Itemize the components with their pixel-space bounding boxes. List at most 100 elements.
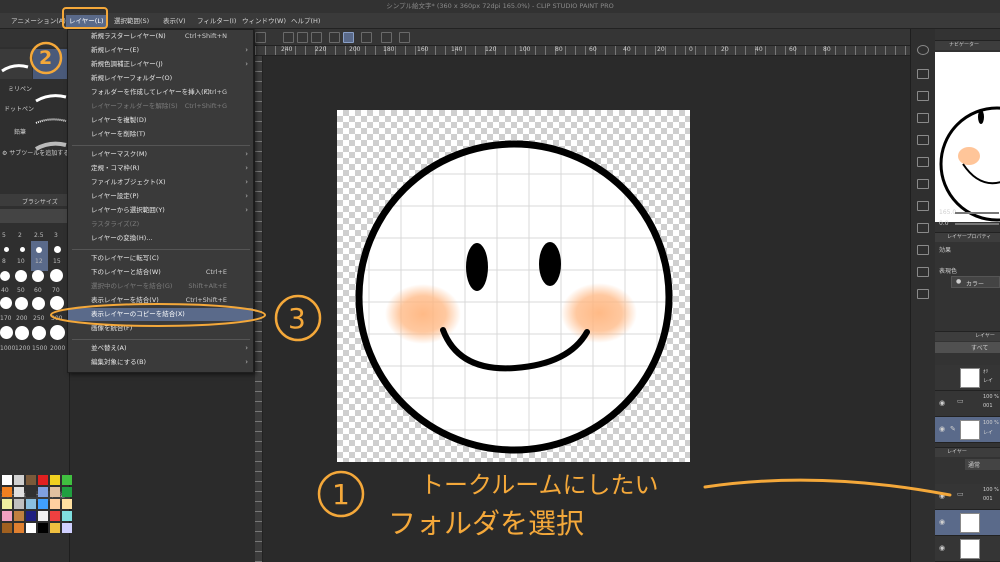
layer-filter-bar[interactable]: すべて — [935, 342, 1000, 353]
menu-filter[interactable]: フィルター(I) — [194, 15, 239, 27]
color-swatch[interactable] — [2, 475, 12, 485]
eye-icon[interactable]: ◉ — [939, 544, 945, 552]
menu-item-ruler-frame[interactable]: 定規・コマ枠(R) › — [68, 162, 253, 175]
layer-row[interactable]: ◉ — [935, 536, 1000, 562]
menu-item-new-correction-layer[interactable]: 新規色調補正レイヤー(J) › — [68, 58, 253, 71]
menu-item-delete-layer[interactable]: レイヤーを削除(T) — [68, 128, 253, 141]
color-swatch[interactable] — [50, 487, 60, 497]
menu-item-transfer-down[interactable]: 下のレイヤーに転写(C) — [68, 252, 253, 265]
folder-icon[interactable] — [917, 223, 929, 233]
color-swatch[interactable] — [38, 511, 48, 521]
color-swatch[interactable] — [14, 487, 24, 497]
menu-window[interactable]: ウィンドウ(W) — [239, 15, 289, 27]
menu-item-duplicate-layer[interactable]: レイヤーを複製(D) — [68, 114, 253, 127]
color-swatch[interactable] — [50, 523, 60, 533]
menu-item-rasterize[interactable]: ラスタライズ(Z) — [68, 218, 253, 231]
layer-tab[interactable]: レイヤー — [975, 332, 995, 339]
color-swatch[interactable] — [14, 523, 24, 533]
blend-mode-select[interactable]: 通常 — [965, 459, 1000, 470]
menu-item-new-layer-folder[interactable]: 新規レイヤーフォルダー(O) — [68, 72, 253, 85]
color-swatch[interactable] — [14, 499, 24, 509]
color-swatch[interactable] — [50, 511, 60, 521]
menu-help[interactable]: ヘルプ(H) — [288, 15, 323, 27]
zoom-value[interactable]: 165.0 — [939, 209, 956, 216]
color-swatch[interactable] — [50, 499, 60, 509]
tool-preview[interactable] — [0, 49, 32, 79]
refresh-icon[interactable] — [399, 32, 410, 43]
layer-panel-tab[interactable]: レイヤー — [947, 448, 967, 455]
menu-item-set-edit-target[interactable]: 編集対象にする(B) › — [68, 356, 253, 369]
folder-icon[interactable] — [917, 245, 929, 255]
layer-row[interactable]: ◉ ▭ 100 % 001 — [935, 484, 1000, 510]
layer-row-target-folder[interactable]: ◉ — [935, 510, 1000, 536]
pen-snap-icon[interactable] — [361, 32, 372, 43]
color-swatch[interactable] — [62, 511, 72, 521]
folder-icon[interactable] — [917, 91, 929, 101]
menu-item-merge-visible[interactable]: 表示レイヤーを結合(V) Ctrl+Shift+E — [68, 294, 253, 307]
menu-item-new-layer[interactable]: 新規レイヤー(E) › — [68, 44, 253, 57]
folder-icon[interactable] — [917, 179, 929, 189]
menu-animation[interactable]: アニメーション(A) — [8, 15, 69, 27]
menu-item-file-object[interactable]: ファイルオブジェクト(X) › — [68, 176, 253, 189]
color-swatch[interactable] — [38, 523, 48, 533]
menu-item-layer-settings[interactable]: レイヤー設定(P) › — [68, 190, 253, 203]
layer-row[interactable]: ◉ ▭ 100 % 001 — [935, 391, 1000, 417]
color-swatch[interactable] — [62, 487, 72, 497]
brush-size-dot[interactable] — [54, 246, 61, 253]
menu-item-layer-mask[interactable]: レイヤーマスク(M) › — [68, 148, 253, 161]
material-icon[interactable] — [917, 69, 929, 79]
eye-icon[interactable]: ◉ — [939, 492, 945, 500]
folder-icon[interactable] — [917, 201, 929, 211]
color-swatch[interactable] — [26, 487, 36, 497]
folder-icon[interactable] — [917, 135, 929, 145]
color-swatch[interactable] — [14, 511, 24, 521]
color-swatch[interactable] — [2, 523, 12, 533]
lock-icon[interactable] — [255, 32, 266, 43]
navigator-preview[interactable] — [935, 52, 1000, 222]
menu-view[interactable]: 表示(V) — [160, 15, 189, 27]
brush-size-tab[interactable]: ブラシサイズ — [22, 197, 58, 206]
menu-item-merge-down[interactable]: 下のレイヤーと結合(W) Ctrl+E — [68, 266, 253, 279]
color-swatch[interactable] — [38, 499, 48, 509]
color-swatch[interactable] — [62, 523, 72, 533]
menu-item-convert-layer[interactable]: レイヤーの変換(H)... — [68, 232, 253, 245]
layer-row[interactable]: ｵﾘ レイ — [935, 365, 1000, 391]
expression-color-select[interactable]: ● カラー — [951, 276, 1000, 288]
menu-item-flatten-image[interactable]: 画像を統合(F) — [68, 322, 253, 335]
color-swatch[interactable] — [26, 475, 36, 485]
menu-selection[interactable]: 選択範囲(S) — [111, 15, 152, 27]
color-swatch[interactable] — [38, 487, 48, 497]
transform-icon[interactable] — [381, 32, 392, 43]
rotation-slider[interactable] — [955, 223, 999, 225]
color-swatch[interactable] — [62, 475, 72, 485]
square-icon[interactable] — [311, 32, 322, 43]
brush-size-slider[interactable] — [0, 209, 70, 223]
color-swatch[interactable] — [2, 511, 12, 521]
eye-icon[interactable]: ◉ — [939, 425, 945, 433]
color-swatch[interactable] — [62, 499, 72, 509]
menu-item-release-folder[interactable]: レイヤーフォルダーを解除(S) Ctrl+Shift+G — [68, 100, 253, 113]
rotation-value[interactable]: 0.0 — [939, 220, 949, 227]
brush-size-selected[interactable] — [31, 241, 48, 271]
search-icon[interactable] — [917, 45, 929, 55]
folder-icon[interactable] — [917, 157, 929, 167]
menu-item-merge-selected[interactable]: 選択中のレイヤーを結合(G) Shift+Alt+E — [68, 280, 253, 293]
brush-size-dot[interactable] — [36, 247, 42, 253]
ruler-icon[interactable] — [329, 32, 340, 43]
navigator-tab[interactable]: ナビゲーター — [949, 41, 979, 48]
eye-icon[interactable]: ◉ — [939, 518, 945, 526]
color-swatch[interactable] — [2, 487, 12, 497]
brush-size-dot[interactable] — [20, 247, 25, 252]
color-swatch[interactable] — [26, 511, 36, 521]
color-swatch[interactable] — [38, 475, 48, 485]
color-swatch[interactable] — [50, 475, 60, 485]
ruler-snap-icon[interactable] — [343, 32, 354, 43]
zoom-slider[interactable] — [955, 212, 999, 214]
canvas[interactable] — [337, 110, 690, 462]
menu-item-create-folder-insert[interactable]: フォルダーを作成してレイヤーを挿入(F) Ctrl+G — [68, 86, 253, 99]
eye-icon[interactable]: ◉ — [939, 399, 945, 407]
add-subtool[interactable]: ⚙ サブツールを追加する — [2, 148, 69, 157]
menu-layer[interactable]: レイヤー(L) — [66, 15, 107, 27]
folder-icon[interactable] — [917, 113, 929, 123]
folder-icon[interactable] — [917, 267, 929, 277]
